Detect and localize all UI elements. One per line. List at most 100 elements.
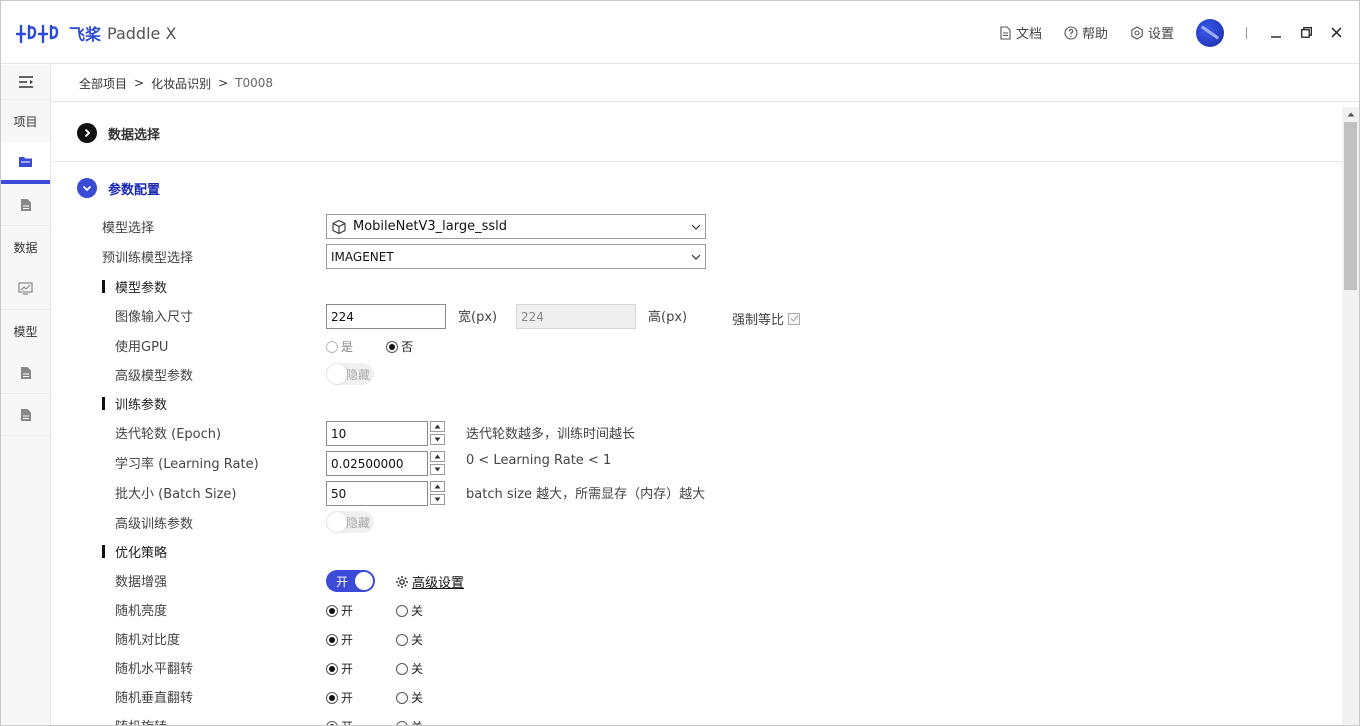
hflip-off-radio[interactable]: 关 xyxy=(396,660,423,677)
subsection-model-params: 模型参数 xyxy=(102,277,167,296)
radio-dot xyxy=(326,691,338,704)
file-icon xyxy=(20,408,31,421)
rotate-on-radio[interactable]: 开 xyxy=(326,718,353,725)
epoch-input[interactable]: 10 xyxy=(326,421,428,446)
breadcrumb-task: T0008 xyxy=(235,76,274,90)
brightness-off-radio[interactable]: 关 xyxy=(396,602,423,619)
radio-dot xyxy=(326,604,338,617)
contrast-off-radio[interactable]: 关 xyxy=(396,631,423,648)
bs-stepper[interactable] xyxy=(430,481,445,505)
logo-en-text: Paddle X xyxy=(107,23,177,43)
radio-label: 关 xyxy=(411,633,424,647)
lr-input[interactable]: 0.02500000 xyxy=(326,451,428,476)
radio-dot xyxy=(386,340,398,353)
title-bar: 飞桨 Paddle X 文档 帮助 设置 xyxy=(1,1,1359,64)
vertical-scrollbar[interactable] xyxy=(1342,107,1359,725)
sidebar-item-data-file[interactable] xyxy=(1,184,50,226)
hflip-on-radio[interactable]: 开 xyxy=(326,660,353,677)
model-select[interactable]: MobileNetV3_large_ssld xyxy=(326,214,706,239)
stepper-down[interactable] xyxy=(430,434,445,445)
bs-hint: batch size 越大，所需显存（内存）越大 xyxy=(466,487,706,502)
scroll-thumb[interactable] xyxy=(1344,122,1357,290)
stepper-down[interactable] xyxy=(430,464,445,475)
image-width-input[interactable]: 224 xyxy=(326,304,446,329)
pretrain-select[interactable]: IMAGENET xyxy=(326,244,706,269)
subsection-train-params: 训练参数 xyxy=(102,394,167,413)
gpu-label: 使用GPU xyxy=(115,340,169,355)
breadcrumb: 全部项目 > 化妆品识别 > T0008 xyxy=(52,65,1359,102)
minimize-button[interactable] xyxy=(1263,20,1289,46)
gpu-yes-radio[interactable]: 是 xyxy=(326,338,353,355)
stepper-up[interactable] xyxy=(430,421,445,432)
epoch-hint: 迭代轮数越多，训练时间越长 xyxy=(466,427,636,442)
gpu-no-label: 否 xyxy=(401,340,414,354)
bs-input[interactable]: 50 xyxy=(326,481,428,506)
section-data-select[interactable]: 数据选择 xyxy=(52,107,1342,159)
epoch-stepper[interactable] xyxy=(430,421,445,445)
main-content: 数据选择 参数配置 模型选择 MobileNetV3_large_ssld 预训… xyxy=(52,107,1342,725)
radio-label: 关 xyxy=(411,718,423,725)
scroll-up-button[interactable] xyxy=(1342,107,1359,122)
minimize-icon xyxy=(1271,35,1281,38)
file-icon xyxy=(20,366,31,379)
advanced-settings-link[interactable]: 高级设置 xyxy=(395,572,464,591)
hflip-label: 随机水平翻转 xyxy=(115,662,194,677)
breadcrumb-project[interactable]: 化妆品识别 xyxy=(151,75,211,92)
caret-up-icon xyxy=(434,454,441,459)
adv-train-label: 高级训练参数 xyxy=(115,517,194,532)
vflip-on-radio[interactable]: 开 xyxy=(326,689,353,706)
settings-link[interactable]: 设置 xyxy=(1130,23,1174,42)
caret-down-icon xyxy=(434,437,441,442)
radio-dot xyxy=(396,662,408,675)
separator xyxy=(1246,26,1247,39)
caret-down-icon xyxy=(434,497,441,502)
subsection-opt-strategy: 优化策略 xyxy=(102,542,167,561)
radio-label: 关 xyxy=(411,662,424,676)
aug-label: 数据增强 xyxy=(115,575,168,590)
radio-label: 开 xyxy=(341,604,354,618)
brightness-on-radio[interactable]: 开 xyxy=(326,602,353,619)
nav-model-label: 模型 xyxy=(13,324,38,339)
pretrain-select-label: 预训练模型选择 xyxy=(102,251,194,266)
aug-toggle[interactable]: 开 xyxy=(326,570,375,592)
image-height-input: 224 xyxy=(516,304,636,329)
vflip-off-radio[interactable]: 关 xyxy=(396,689,423,706)
adv-model-toggle[interactable]: 隐藏 xyxy=(326,363,374,385)
radio-dot xyxy=(326,340,338,353)
paddle-logo-icon xyxy=(15,24,59,44)
sidebar-toggle[interactable] xyxy=(1,65,50,100)
stepper-up[interactable] xyxy=(430,451,445,462)
pretrain-select-value: IMAGENET xyxy=(331,249,394,264)
caret-up-icon xyxy=(434,424,441,429)
restore-button[interactable] xyxy=(1293,20,1319,46)
chevron-down-icon xyxy=(691,254,701,260)
close-button[interactable] xyxy=(1323,20,1349,46)
radio-dot xyxy=(396,720,408,725)
gpu-no-radio[interactable]: 否 xyxy=(386,338,413,355)
sidebar-item-project-folder[interactable] xyxy=(1,142,50,184)
section-title-param-config: 参数配置 xyxy=(108,182,161,198)
avatar[interactable] xyxy=(1196,18,1224,47)
radio-label: 开 xyxy=(341,718,353,725)
radio-label: 开 xyxy=(341,662,354,676)
stepper-down[interactable] xyxy=(430,494,445,505)
restore-icon xyxy=(1300,27,1312,38)
section-title-data-select: 数据选择 xyxy=(108,127,161,143)
rotate-off-radio[interactable]: 关 xyxy=(396,718,423,725)
help-link[interactable]: 帮助 xyxy=(1064,23,1108,42)
logo: 飞桨 Paddle X xyxy=(15,21,176,45)
width-unit: 宽(px) xyxy=(458,310,498,325)
sidebar-item-model-file-2[interactable] xyxy=(1,394,50,436)
stepper-up[interactable] xyxy=(430,481,445,492)
keep-ratio-text: 强制等比 xyxy=(732,313,785,328)
docs-link[interactable]: 文档 xyxy=(999,23,1042,42)
radio-dot xyxy=(326,720,338,725)
chevron-down-icon xyxy=(691,224,701,230)
contrast-on-radio[interactable]: 开 xyxy=(326,631,353,648)
sidebar-item-model-file[interactable] xyxy=(1,352,50,394)
adv-train-toggle[interactable]: 隐藏 xyxy=(326,511,374,533)
lr-stepper[interactable] xyxy=(430,451,445,475)
section-param-config[interactable]: 参数配置 xyxy=(52,162,1342,214)
sidebar-item-data-chart[interactable] xyxy=(1,268,50,310)
breadcrumb-all-projects[interactable]: 全部项目 xyxy=(79,75,127,92)
